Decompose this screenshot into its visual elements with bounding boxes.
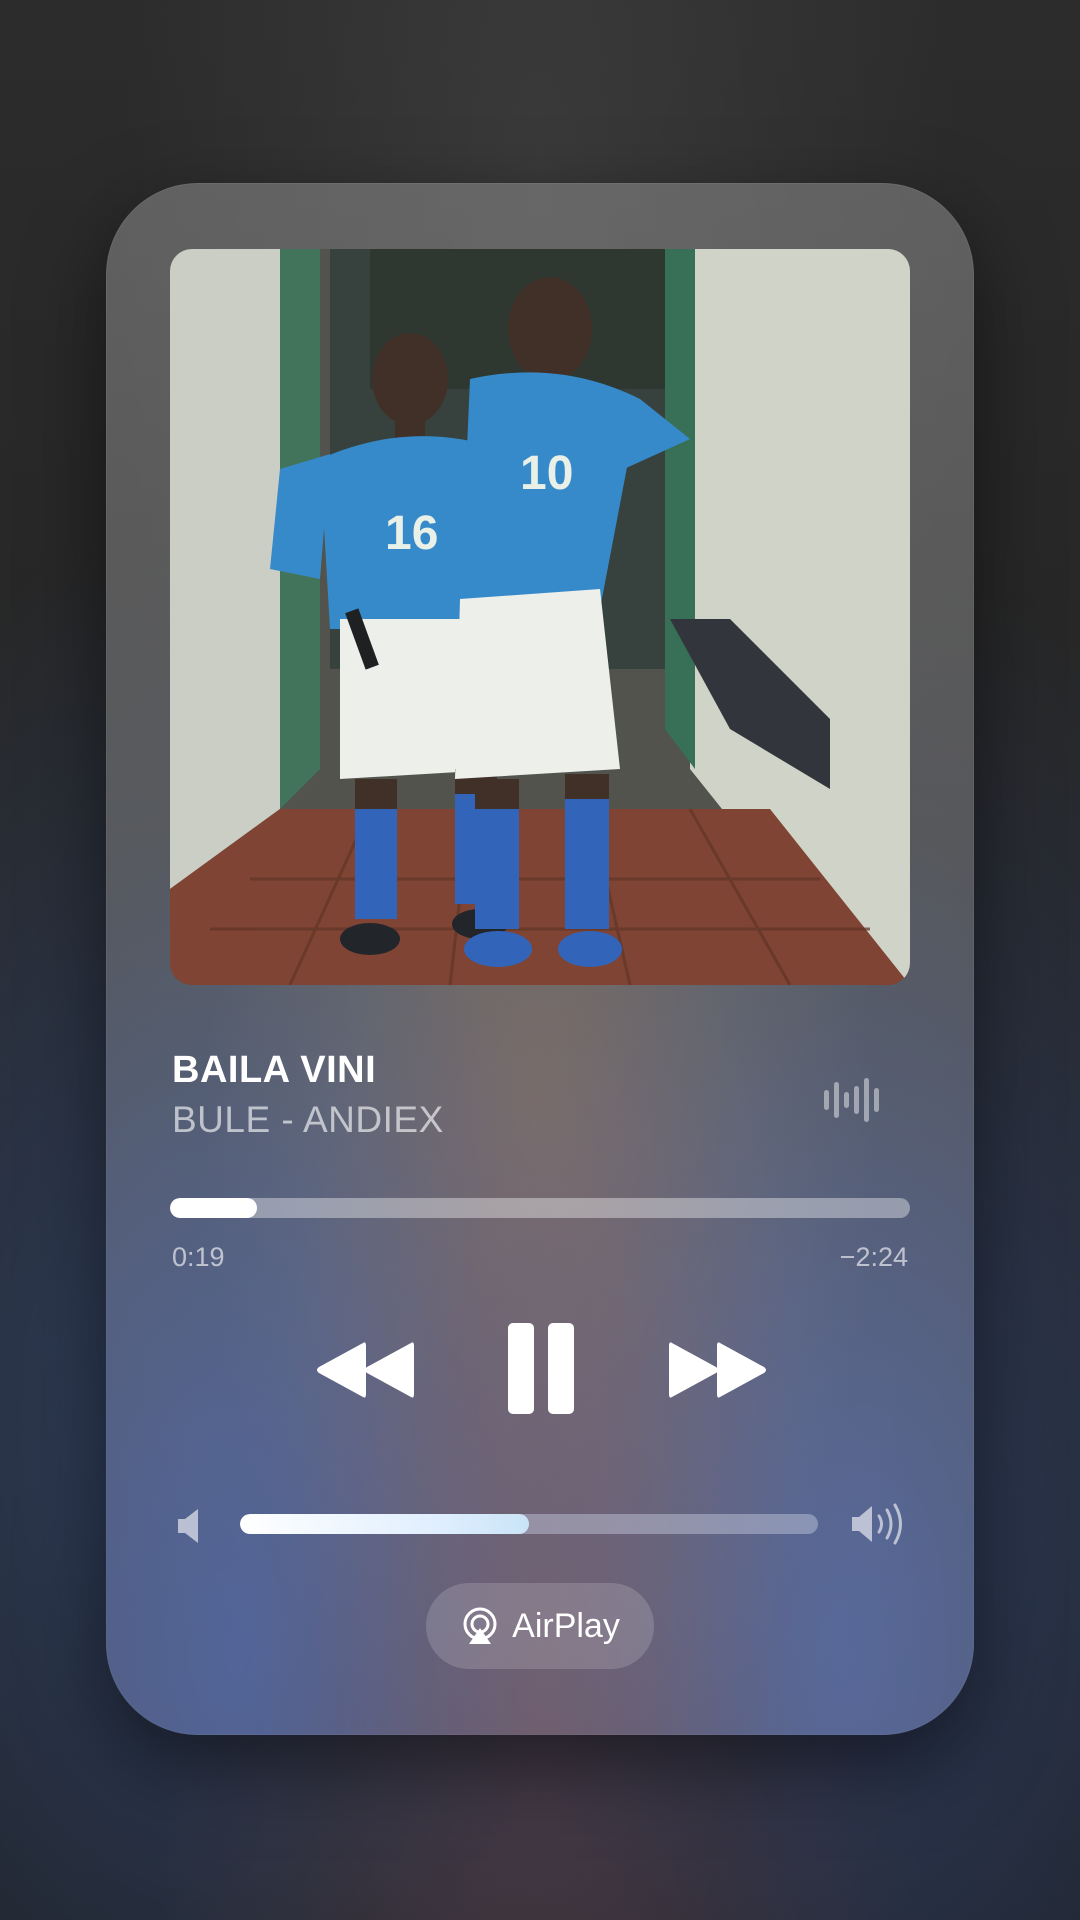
audio-waveform-icon[interactable] (822, 1076, 882, 1124)
artist-name[interactable]: BULE - ANDIEX (172, 1099, 444, 1141)
fast-forward-button[interactable] (666, 1339, 770, 1401)
airplay-label: AirPlay (512, 1606, 620, 1645)
pause-button[interactable] (506, 1321, 576, 1416)
song-title: BAILA VINI (172, 1049, 377, 1091)
speaker-low-icon (178, 1509, 198, 1543)
rewind-button[interactable] (313, 1339, 417, 1401)
pause-icon (508, 1323, 574, 1414)
speaker-high-icon (852, 1503, 902, 1545)
volume-slider-fill (240, 1514, 529, 1534)
now-playing-card: 16 10 BAILA VINI BULE - ANDIEX 0:19 −2:2… (106, 183, 974, 1735)
remaining-time: −2:24 (839, 1242, 908, 1272)
album-artwork[interactable]: 16 10 (170, 249, 910, 985)
playback-progress-fill (170, 1198, 257, 1218)
album-artwork-photo: 16 10 (170, 249, 910, 985)
volume-slider[interactable] (240, 1514, 818, 1534)
elapsed-time: 0:19 (172, 1242, 225, 1272)
rewind-icon (317, 1342, 414, 1398)
fast-forward-icon (669, 1342, 766, 1398)
playback-scrubber[interactable] (170, 1198, 910, 1218)
airplay-icon (463, 1607, 497, 1644)
airplay-button[interactable]: AirPlay (426, 1583, 654, 1669)
